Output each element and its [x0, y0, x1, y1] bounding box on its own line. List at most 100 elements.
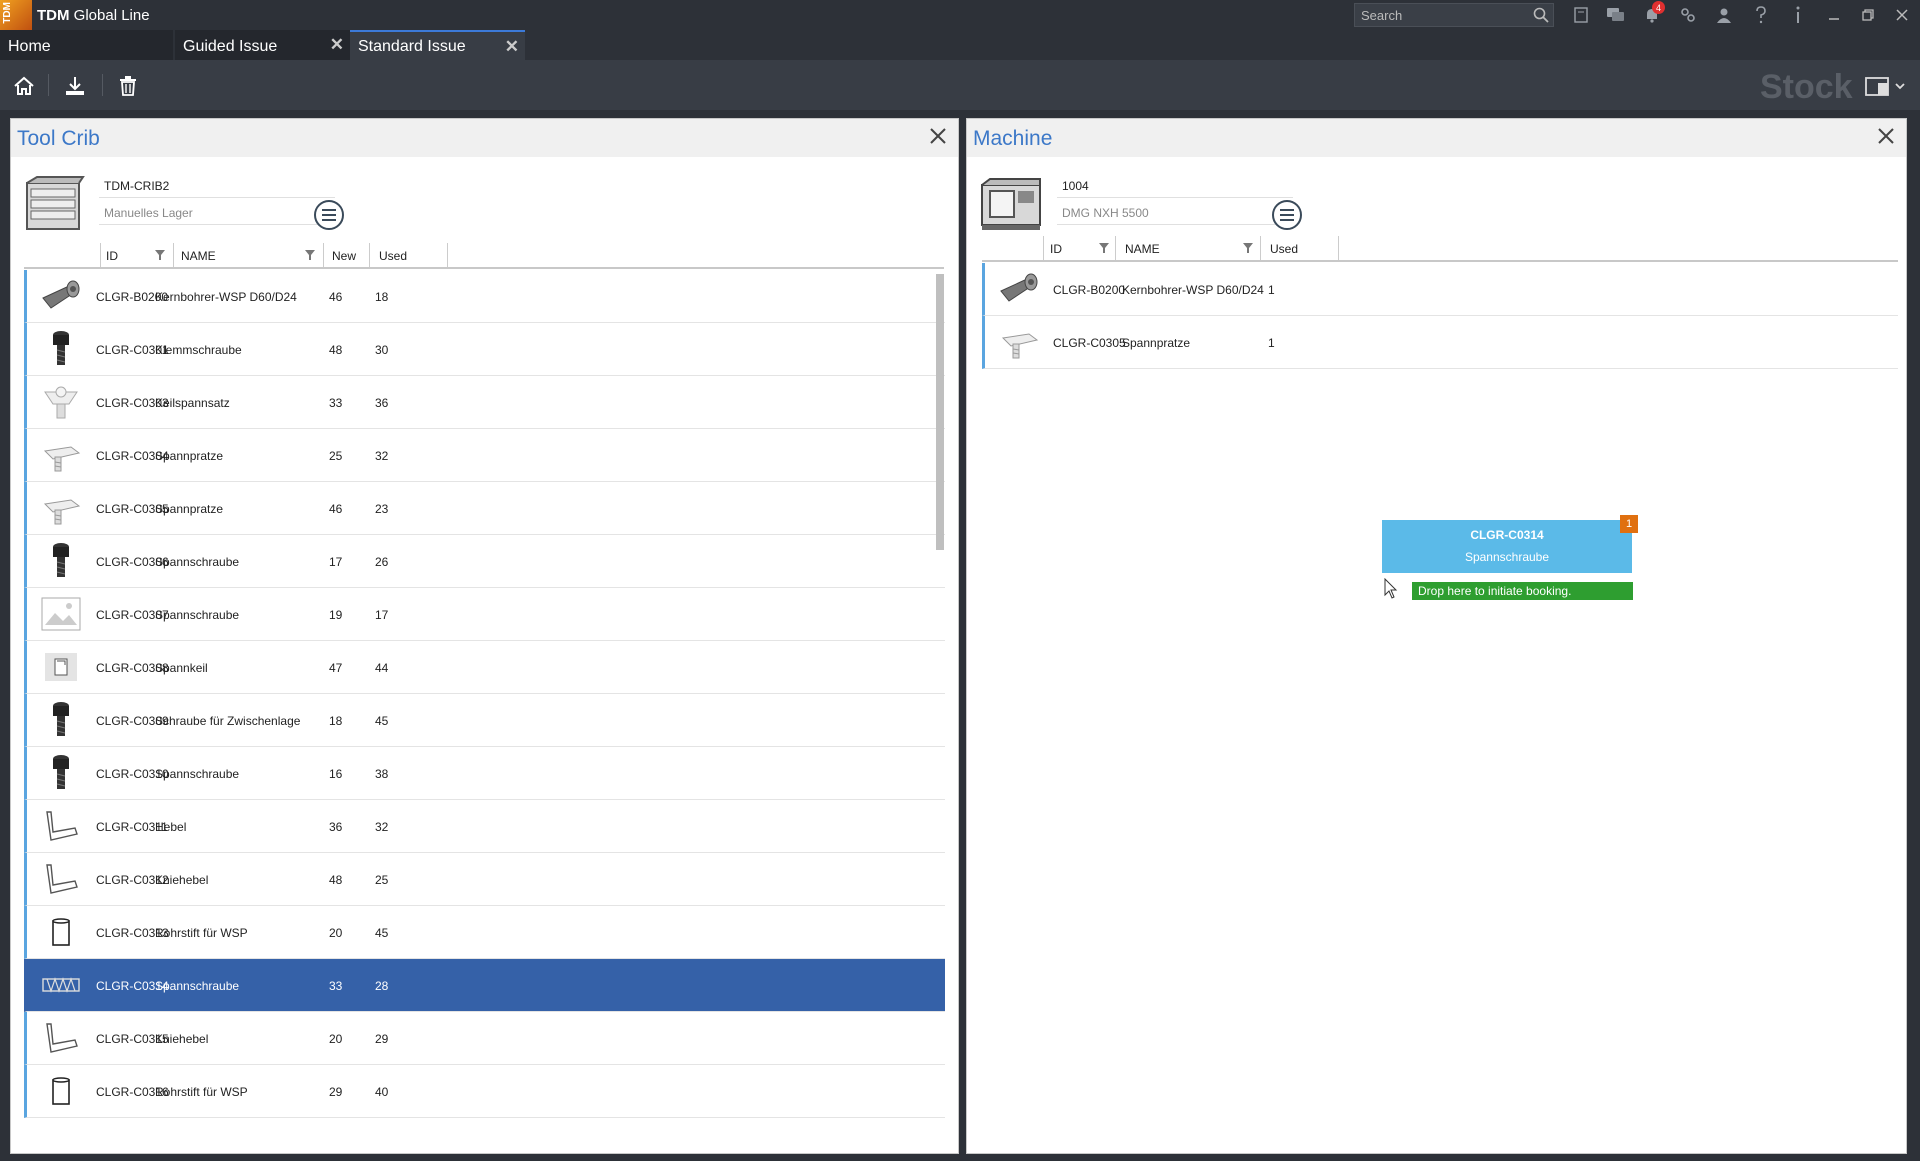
table-row[interactable]: CLGR-C0315 Kniehebel 20 29 — [24, 1012, 945, 1065]
machine-menu-button[interactable] — [1272, 200, 1302, 230]
chat-icon[interactable] — [1604, 4, 1628, 26]
machine-icon — [981, 178, 1041, 230]
table-row[interactable]: CLGR-C0313 Rohrstift für WSP 20 45 — [24, 906, 945, 959]
filter-icon[interactable] — [1242, 242, 1254, 254]
list-menu-icon — [322, 209, 336, 221]
layout-button[interactable] — [1864, 75, 1912, 99]
cell-new: 18 — [329, 714, 343, 728]
cell-used: 36 — [375, 396, 389, 410]
table-row[interactable]: CLGR-C0311 Hebel 36 32 — [24, 800, 945, 853]
app-title-brand: TDM — [37, 7, 70, 24]
info-icon[interactable] — [1786, 4, 1810, 26]
table-row[interactable]: CLGR-C0314 Spannschraube 33 28 — [24, 959, 945, 1012]
table-row[interactable]: CLGR-B0200 Kernbohrer-WSP D60/D24 1 — [982, 263, 1898, 316]
cell-used: 17 — [375, 608, 389, 622]
crib-grid-header: ID NAME New Used — [24, 243, 944, 269]
machine-name-field: DMG NXH 5500 — [1057, 201, 1293, 225]
column-id[interactable]: ID — [1044, 236, 1116, 260]
cell-name: Rohrstift für WSP — [155, 1085, 248, 1099]
tab-guided-issue[interactable]: Guided Issue ✕ — [175, 30, 350, 60]
user-icon[interactable] — [1712, 4, 1736, 26]
tdm-logo: TDM — [0, 0, 32, 30]
bookmark-icon[interactable] — [1569, 4, 1593, 26]
column-label: Used — [1270, 242, 1299, 256]
cell-name: Schraube für Zwischenlage — [155, 714, 301, 728]
cell-used: 32 — [375, 820, 389, 834]
close-icon[interactable] — [1876, 126, 1896, 146]
table-row[interactable]: CLGR-C0301 Klemmschraube 48 30 — [24, 323, 945, 376]
search-input[interactable] — [1355, 4, 1525, 26]
cell-name: Spannpratze — [155, 449, 224, 463]
cell-new: 29 — [329, 1085, 343, 1099]
cell-used: 45 — [375, 926, 389, 940]
download-button[interactable] — [62, 73, 88, 99]
home-icon — [14, 76, 34, 95]
home-button[interactable] — [11, 73, 37, 99]
search-icon[interactable] — [1533, 7, 1549, 23]
column-new[interactable]: New — [324, 243, 370, 267]
trash-icon — [120, 76, 136, 96]
column-label: NAME — [1125, 242, 1160, 256]
cell-id: CLGR-B0200 — [1053, 283, 1126, 297]
tools-icon[interactable] — [1676, 4, 1700, 26]
column-used[interactable]: Used — [1261, 236, 1339, 260]
tab-home[interactable]: Home — [0, 30, 173, 60]
scrollbar-thumb[interactable] — [936, 274, 944, 550]
filter-icon[interactable] — [304, 249, 316, 261]
column-name[interactable]: NAME — [174, 243, 324, 267]
cell-new: 19 — [329, 608, 343, 622]
cell-name: Kernbohrer-WSP D60/D24 — [1122, 283, 1264, 297]
cell-name: Spannpratze — [155, 502, 224, 516]
table-row[interactable]: CLGR-C0312 Kniehebel 48 25 — [24, 853, 945, 906]
close-icon[interactable] — [928, 126, 948, 146]
cell-new: 33 — [329, 979, 343, 993]
panel-title: Tool Crib — [17, 127, 100, 150]
tab-standard-issue[interactable]: Standard Issue ✕ — [350, 30, 525, 60]
delete-button[interactable] — [115, 73, 141, 99]
tab-label: Home — [8, 38, 51, 55]
cell-name: Kniehebel — [155, 1032, 209, 1046]
filter-icon[interactable] — [154, 249, 166, 261]
tool-thumbnail-icon — [39, 647, 83, 687]
tool-thumbnail-icon — [39, 700, 83, 740]
table-row[interactable]: CLGR-C0310 Spannschraube 16 38 — [24, 747, 945, 800]
machine-header: Machine — [967, 119, 1906, 157]
minimize-icon[interactable] — [1822, 4, 1846, 26]
column-spacer — [982, 236, 1044, 260]
table-row[interactable]: CLGR-C0305 Spannpratze 46 23 — [24, 482, 945, 535]
column-id[interactable]: ID — [101, 243, 174, 267]
list-menu-icon — [1280, 209, 1294, 221]
table-row[interactable]: CLGR-C0306 Spannschraube 17 26 — [24, 535, 945, 588]
restore-icon[interactable] — [1856, 4, 1880, 26]
tool-thumbnail-icon — [39, 435, 83, 475]
table-row[interactable]: CLGR-C0305 Spannpratze 1 — [982, 316, 1898, 369]
cell-new: 33 — [329, 396, 343, 410]
crib-menu-button[interactable] — [314, 200, 344, 230]
cell-new: 46 — [329, 290, 343, 304]
cell-id: CLGR-C0305 — [1053, 336, 1126, 350]
tool-thumbnail-icon — [39, 488, 83, 528]
column-name[interactable]: NAME — [1116, 236, 1261, 260]
table-row[interactable]: CLGR-C0307 Spannschraube 19 17 — [24, 588, 945, 641]
table-row[interactable]: CLGR-C0303 Keilspannsatz 33 36 — [24, 376, 945, 429]
help-icon[interactable] — [1749, 4, 1773, 26]
column-used[interactable]: Used — [370, 243, 448, 267]
close-window-icon[interactable] — [1890, 4, 1914, 26]
table-row[interactable]: CLGR-C0304 Spannpratze 25 32 — [24, 429, 945, 482]
machine-id-field[interactable]: 1004 — [1057, 174, 1293, 198]
crib-id-field[interactable]: TDM-CRIB2 — [99, 174, 335, 198]
cell-name: Keilspannsatz — [155, 396, 230, 410]
table-row[interactable]: CLGR-C0309 Schraube für Zwischenlage 18 45 — [24, 694, 945, 747]
drag-preview[interactable]: CLGR-C0314 Spannschraube — [1382, 520, 1632, 573]
table-row[interactable]: CLGR-C0316 Rohrstift für WSP 29 40 — [24, 1065, 945, 1118]
table-row[interactable]: CLGR-B0200 Kernbohrer-WSP D60/D24 46 18 — [24, 270, 945, 323]
close-icon[interactable]: ✕ — [505, 37, 519, 57]
bell-icon[interactable]: 4 — [1640, 1, 1665, 26]
search-box[interactable] — [1354, 3, 1554, 27]
filter-icon[interactable] — [1098, 242, 1110, 254]
cell-name: Spannschraube — [155, 555, 240, 569]
table-row[interactable]: CLGR-C0308 Spannkeil 47 44 — [24, 641, 945, 694]
tool-thumbnail-icon — [39, 859, 83, 899]
close-icon[interactable]: ✕ — [330, 35, 344, 55]
cell-used: 18 — [375, 290, 389, 304]
